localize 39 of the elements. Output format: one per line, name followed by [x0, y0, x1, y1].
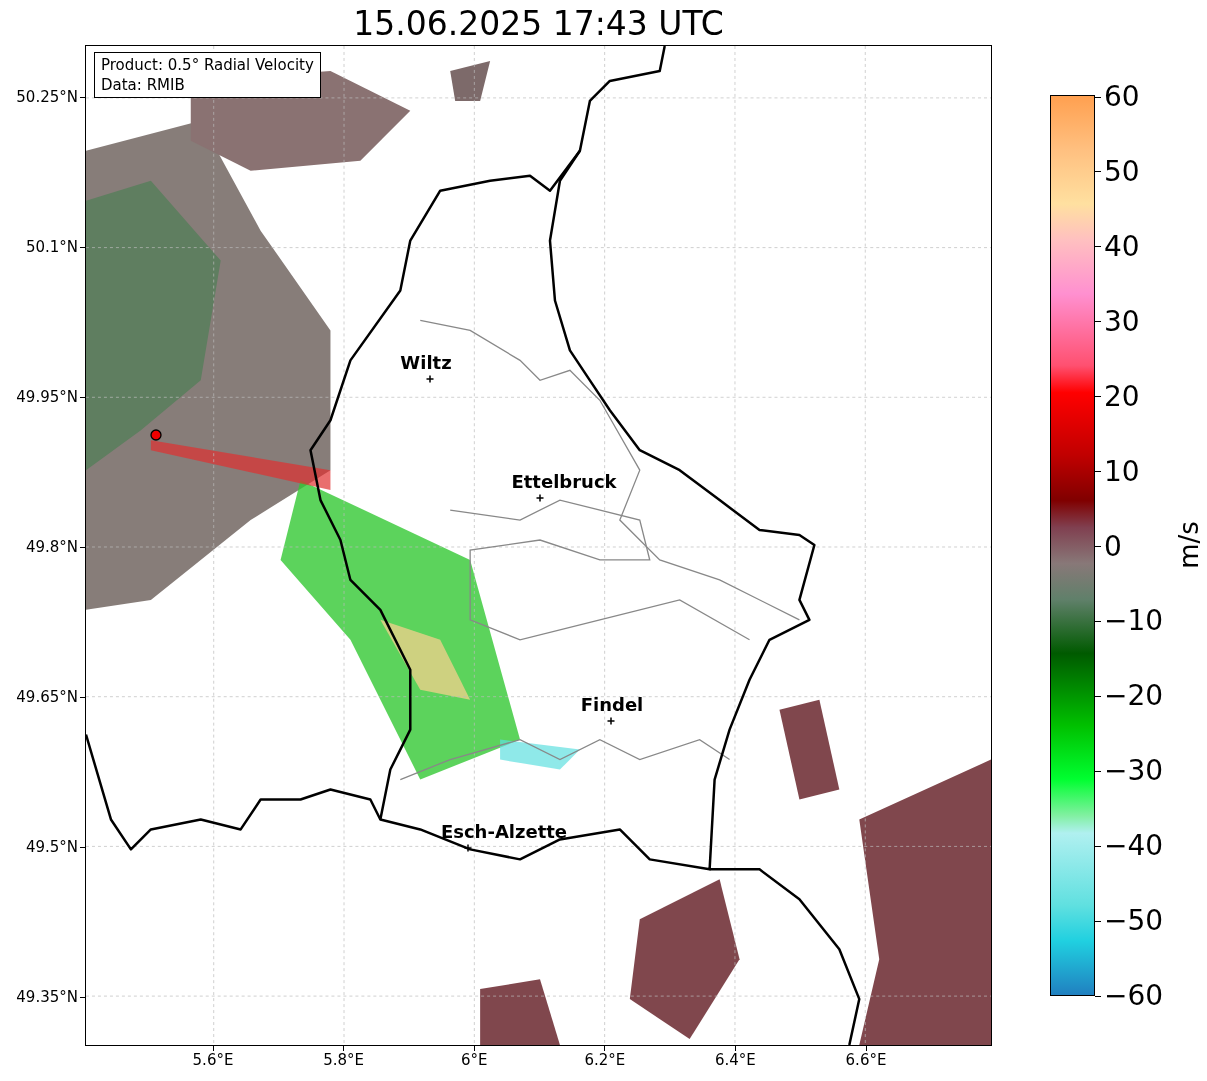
radar-site-icon — [150, 426, 162, 438]
colorbar-title: m/s — [1173, 521, 1204, 569]
x-axis-label: 5.8°E — [323, 1051, 364, 1069]
x-axis-label: 6.4°E — [714, 1051, 756, 1069]
y-axis-label: 49.8°N — [25, 538, 78, 556]
chart-title: 15.06.2025 17:43 UTC — [352, 4, 725, 44]
city-marker-icon — [463, 843, 473, 853]
x-axis-label: 6°E — [460, 1051, 488, 1069]
colorbar-label: 0 — [1104, 531, 1122, 562]
colorbar-label: 60 — [1104, 82, 1140, 112]
colorbar-label: 20 — [1104, 381, 1140, 412]
colorbar-label: −30 — [1104, 756, 1164, 787]
city-label: Ettelbruck — [511, 472, 617, 492]
city-label: Esch-Alzette — [440, 822, 568, 842]
colorbar-label: 50 — [1104, 156, 1140, 187]
legend-text: Product: 0.5° Radial Velocity — [101, 55, 314, 75]
colorbar-label: 10 — [1104, 456, 1140, 487]
city-label: Findel — [580, 695, 644, 715]
colorbar-label: −60 — [1104, 981, 1164, 1011]
colorbar-label: −20 — [1104, 681, 1164, 712]
city-marker-icon — [606, 716, 616, 726]
legend-text: Data: RMIB — [101, 75, 186, 95]
y-axis-label: 49.95°N — [16, 388, 78, 406]
colorbar-label: −10 — [1104, 606, 1164, 637]
y-axis-label: 49.35°N — [16, 988, 78, 1006]
colorbar-label: −50 — [1104, 906, 1164, 937]
colorbar-label: 40 — [1104, 231, 1140, 262]
y-axis-label: 50.25°N — [16, 88, 78, 106]
colorbar-label: −40 — [1104, 831, 1164, 862]
city-marker-icon — [535, 493, 545, 503]
x-axis-label: 5.6°E — [192, 1051, 234, 1069]
y-axis-label: 49.5°N — [25, 838, 78, 856]
x-axis-label: 6.6°E — [845, 1051, 887, 1069]
city-marker-icon — [425, 374, 435, 384]
x-axis-label: 6.2°E — [584, 1051, 626, 1069]
colorbar-label: 30 — [1104, 306, 1140, 337]
y-axis-label: 49.65°N — [16, 688, 78, 706]
y-axis-label: 50.1°N — [25, 238, 78, 256]
city-label: Wiltz — [400, 353, 452, 373]
